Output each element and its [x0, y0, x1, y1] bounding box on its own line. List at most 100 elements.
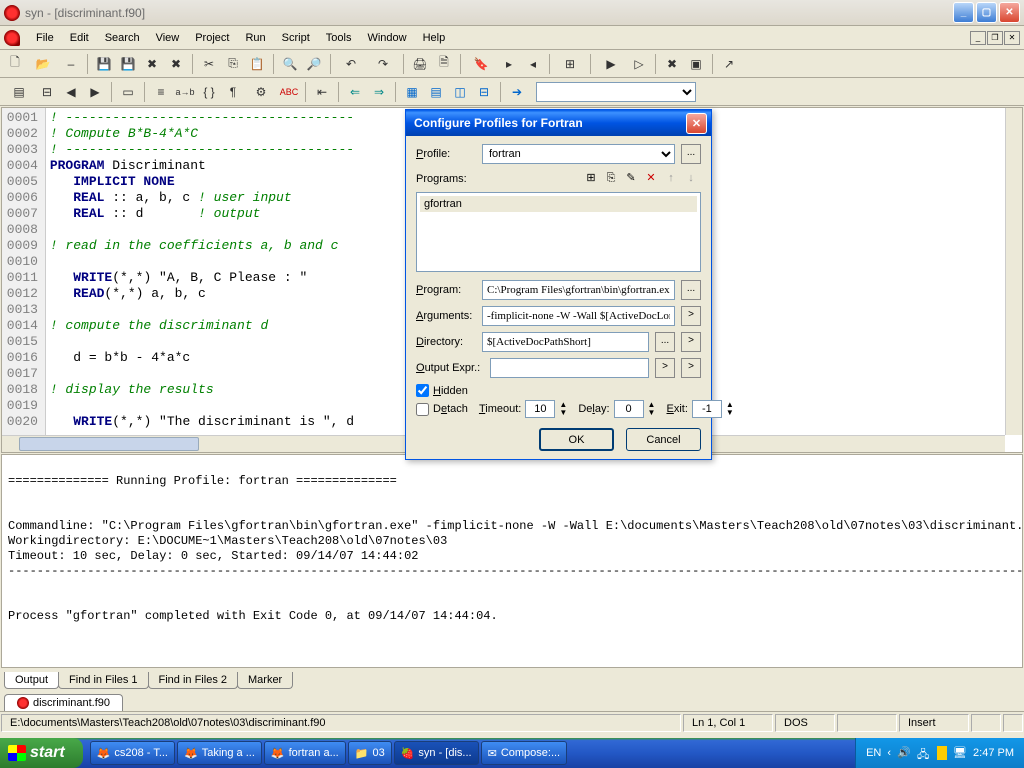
- dialog-close-button[interactable]: ✕: [686, 113, 707, 134]
- bookmark-next-icon[interactable]: ▸: [498, 53, 520, 75]
- tray-icon[interactable]: 🔊: [897, 746, 911, 760]
- find-next-icon[interactable]: 🔎: [303, 53, 325, 75]
- tree2-icon[interactable]: ⊟: [36, 81, 58, 103]
- start-button[interactable]: start: [0, 738, 83, 768]
- close-file-icon[interactable]: ✖: [141, 53, 163, 75]
- menu-edit[interactable]: Edit: [62, 29, 97, 47]
- brace-icon[interactable]: { }: [198, 81, 220, 103]
- taskbar-item[interactable]: 🦊 Taking a ...: [177, 741, 262, 765]
- programs-list[interactable]: gfortran: [416, 192, 701, 272]
- menu-script[interactable]: Script: [274, 29, 318, 47]
- save-icon[interactable]: 💾: [93, 53, 115, 75]
- redo-icon[interactable]: ↷: [368, 53, 398, 75]
- output-pane[interactable]: ============== Running Profile: fortran …: [1, 454, 1023, 668]
- system-tray[interactable]: EN ‹ 🔊 🖧 🖥 2:47 PM: [855, 738, 1024, 768]
- navnext-icon[interactable]: ▶: [84, 81, 106, 103]
- language-indicator[interactable]: EN: [866, 747, 881, 759]
- taskbar-item[interactable]: ✉ Compose:...: [481, 741, 568, 765]
- menu-file[interactable]: File: [28, 29, 62, 47]
- taskbar-item[interactable]: 🦊 cs208 - T...: [90, 741, 175, 765]
- program-browse-button[interactable]: ...: [681, 280, 701, 300]
- program-item[interactable]: gfortran: [420, 196, 697, 212]
- clock[interactable]: 2:47 PM: [973, 747, 1014, 759]
- taskbar-item-active[interactable]: 🍓 syn - [dis...: [394, 741, 479, 765]
- save-all-icon[interactable]: 💾: [117, 53, 139, 75]
- directory-browse-button[interactable]: ...: [655, 332, 675, 352]
- edit-program-icon[interactable]: ✎: [622, 170, 640, 188]
- file-tab[interactable]: discriminant.f90: [4, 694, 123, 711]
- dialog-titlebar[interactable]: Configure Profiles for Fortran ✕: [406, 110, 711, 136]
- navprev-icon[interactable]: ◀: [60, 81, 82, 103]
- arguments-input[interactable]: [482, 306, 675, 326]
- menu-run[interactable]: Run: [237, 29, 273, 47]
- mdi-restore-button[interactable]: ❐: [987, 31, 1003, 45]
- menu-help[interactable]: Help: [415, 29, 454, 47]
- tree-icon[interactable]: ⊞: [555, 53, 585, 75]
- split2-icon[interactable]: ⊟: [473, 81, 495, 103]
- delete-program-icon[interactable]: ✕: [642, 170, 660, 188]
- step-icon[interactable]: ▣: [685, 53, 707, 75]
- tab-output[interactable]: Output: [4, 672, 59, 689]
- pilcrow-icon[interactable]: ¶: [222, 81, 244, 103]
- spell-icon[interactable]: ABC: [278, 81, 300, 103]
- tray-chevron-icon[interactable]: ‹: [887, 747, 891, 759]
- goto-icon[interactable]: ➔: [506, 81, 528, 103]
- bookmark-icon[interactable]: 🔖: [466, 53, 496, 75]
- tools-icon[interactable]: ⚙: [246, 81, 276, 103]
- run-icon[interactable]: ▶: [596, 53, 626, 75]
- window1-icon[interactable]: ▦: [401, 81, 423, 103]
- directory-more-button[interactable]: >: [681, 332, 701, 352]
- print-icon[interactable]: 🖨: [409, 53, 431, 75]
- outputexpr-input[interactable]: [490, 358, 649, 378]
- paste-icon[interactable]: 📋: [246, 53, 268, 75]
- config-icon[interactable]: ▤: [4, 81, 34, 103]
- exit-input[interactable]: [692, 400, 722, 418]
- ok-button[interactable]: OK: [539, 428, 614, 451]
- menu-view[interactable]: View: [148, 29, 188, 47]
- menu-search[interactable]: Search: [97, 29, 148, 47]
- find-icon[interactable]: 🔍: [279, 53, 301, 75]
- mdi-close-button[interactable]: ✕: [1004, 31, 1020, 45]
- arrow-icon[interactable]: ↗: [718, 53, 740, 75]
- tray-icon[interactable]: [937, 746, 947, 760]
- tray-icon[interactable]: 🖥: [953, 746, 967, 760]
- program-input[interactable]: [482, 280, 675, 300]
- tray-icon[interactable]: 🖧: [917, 746, 931, 760]
- close-button[interactable]: ✕: [999, 2, 1020, 23]
- combo-selector[interactable]: [536, 82, 696, 102]
- tab-findfiles1[interactable]: Find in Files 1: [58, 672, 148, 689]
- new-program-icon[interactable]: ⊞: [582, 170, 600, 188]
- mdi-minimize-button[interactable]: _: [970, 31, 986, 45]
- close-all-icon[interactable]: ✖: [165, 53, 187, 75]
- bookmark-prev-icon[interactable]: ◂: [522, 53, 544, 75]
- split-icon[interactable]: ◫: [449, 81, 471, 103]
- menu-tools[interactable]: Tools: [318, 29, 360, 47]
- indent-icon[interactable]: ⇤: [311, 81, 333, 103]
- run2-icon[interactable]: ▷: [628, 53, 650, 75]
- tab-findfiles2[interactable]: Find in Files 2: [148, 672, 238, 689]
- outdent-icon[interactable]: ⇐: [344, 81, 366, 103]
- taskbar-item[interactable]: 📁 03: [348, 741, 392, 765]
- new-icon[interactable]: 🗋: [4, 53, 26, 75]
- text-icon[interactable]: a→b: [174, 81, 196, 103]
- window2-icon[interactable]: ▤: [425, 81, 447, 103]
- taskbar-item[interactable]: 🦊 fortran a...: [264, 741, 346, 765]
- arguments-more-button[interactable]: >: [681, 306, 701, 326]
- timeout-input[interactable]: [525, 400, 555, 418]
- stop-icon[interactable]: ✖: [661, 53, 683, 75]
- profile-browse-button[interactable]: ...: [681, 144, 701, 164]
- copy-icon[interactable]: ⎘: [222, 53, 244, 75]
- cut-icon[interactable]: ✂: [198, 53, 220, 75]
- vertical-scrollbar[interactable]: [1005, 108, 1022, 435]
- maximize-button[interactable]: ▢: [976, 2, 997, 23]
- hidden-checkbox[interactable]: [416, 384, 429, 397]
- list-icon[interactable]: ≡: [150, 81, 172, 103]
- marker-icon[interactable]: ▭: [117, 81, 139, 103]
- outexpr-btn2[interactable]: >: [681, 358, 701, 378]
- menu-window[interactable]: Window: [359, 29, 414, 47]
- open-icon[interactable]: 📂: [28, 53, 58, 75]
- moveup-icon[interactable]: ↑: [662, 170, 680, 188]
- undo-icon[interactable]: ↶: [336, 53, 366, 75]
- copy-program-icon[interactable]: ⎘: [602, 170, 620, 188]
- preview-icon[interactable]: 🗎: [433, 53, 455, 75]
